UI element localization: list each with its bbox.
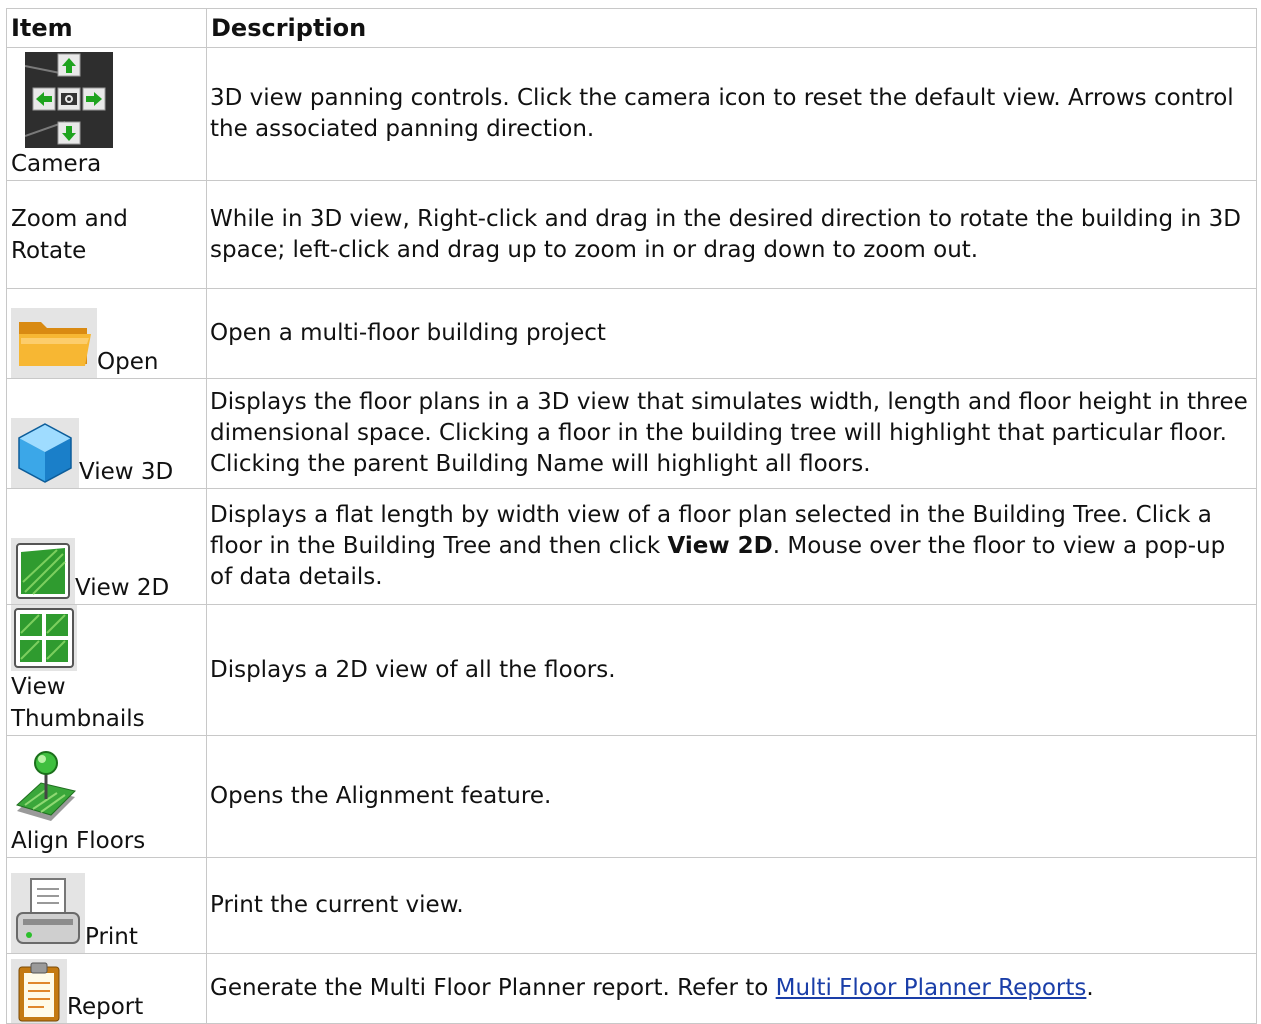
thumbnails-grid-icon[interactable] <box>11 605 77 671</box>
multi-floor-planner-reports-link[interactable]: Multi Floor Planner Reports <box>776 975 1087 1001</box>
item-cell: View 2D <box>6 488 207 605</box>
description-cell: Displays the floor plans in a 3D view th… <box>206 378 1257 489</box>
description-cell: Displays a flat length by width view of … <box>206 488 1257 605</box>
item-label: Print <box>85 924 138 950</box>
table-row: View 3D Displays the floor plans in a 3D… <box>6 378 1257 489</box>
table-header-row: Item Description <box>6 8 1257 48</box>
item-label: View Thumbnails <box>11 674 145 732</box>
clipboard-icon[interactable] <box>11 959 67 1023</box>
printer-icon[interactable] <box>11 873 85 953</box>
camera-pan-control-icon[interactable] <box>24 52 113 148</box>
floor-plan-icon[interactable] <box>11 538 75 604</box>
description-text: Generate the Multi Floor Planner report.… <box>210 975 776 1001</box>
view-2d-emphasis: View 2D <box>667 533 773 559</box>
description-cell: Displays a 2D view of all the floors. <box>206 604 1257 736</box>
table-row: View 2D Displays a flat length by width … <box>6 488 1257 605</box>
description-cell: Generate the Multi Floor Planner report.… <box>206 953 1257 1024</box>
table-row: Align Floors Opens the Alignment feature… <box>6 735 1257 858</box>
table-row: View Thumbnails Displays a 2D view of al… <box>6 604 1257 736</box>
table-row: Report Generate the Multi Floor Planner … <box>6 953 1257 1024</box>
item-label: View 2D <box>75 575 170 601</box>
description-cell: Open a multi-floor building project <box>206 288 1257 379</box>
folder-icon[interactable] <box>11 308 97 378</box>
description-cell: 3D view panning controls. Click the came… <box>206 47 1257 181</box>
item-label: Camera <box>11 151 102 177</box>
item-label: View 3D <box>79 459 174 485</box>
item-label: Zoom and Rotate <box>11 205 128 264</box>
align-pin-icon[interactable] <box>11 749 81 825</box>
item-cell: Camera <box>6 47 207 181</box>
item-cell: Zoom and Rotate <box>6 180 207 289</box>
items-table: Item Description Camera 3D view panning … <box>6 8 1257 1024</box>
description-text: . <box>1086 975 1094 1001</box>
item-cell: Print <box>6 857 207 954</box>
item-cell: View 3D <box>6 378 207 489</box>
item-cell: Report <box>6 953 207 1024</box>
item-label: Report <box>67 994 144 1020</box>
item-column-header: Item <box>6 8 207 48</box>
description-cell: While in 3D view, Right-click and drag i… <box>206 180 1257 289</box>
description-cell: Print the current view. <box>206 857 1257 954</box>
description-cell: Opens the Alignment feature. <box>206 735 1257 858</box>
cube-icon[interactable] <box>11 418 79 488</box>
description-column-header: Description <box>206 8 1257 48</box>
item-label: Open <box>97 349 159 375</box>
item-label: Align Floors <box>11 828 146 854</box>
item-cell: Open <box>6 288 207 379</box>
item-cell: View Thumbnails <box>6 604 207 736</box>
table-row: Camera 3D view panning controls. Click t… <box>6 47 1257 181</box>
table-row: Zoom and Rotate While in 3D view, Right-… <box>6 180 1257 289</box>
table-row: Print Print the current view. <box>6 857 1257 954</box>
table-row: Open Open a multi-floor building project <box>6 288 1257 379</box>
item-cell: Align Floors <box>6 735 207 858</box>
